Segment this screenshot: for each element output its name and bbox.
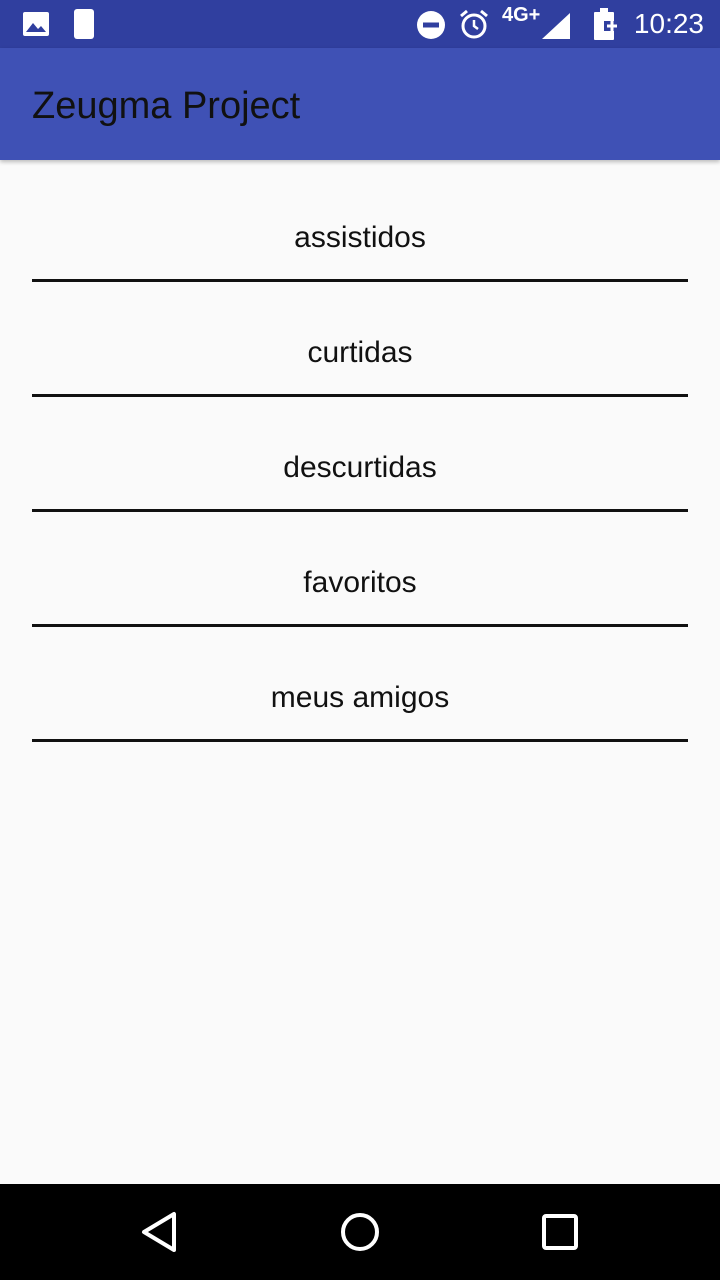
recents-icon[interactable] <box>536 1208 584 1256</box>
alarm-icon <box>460 9 488 39</box>
battery-charging-icon <box>594 8 618 40</box>
menu-item-underline <box>32 509 688 512</box>
menu-item-underline <box>32 394 688 397</box>
menu-item-favoritos[interactable]: favoritos <box>32 535 688 650</box>
status-time: 10:23 <box>633 8 704 39</box>
menu-item-label: assistidos <box>294 221 426 254</box>
menu-item-label: curtidas <box>307 336 413 369</box>
menu-item-underline <box>32 624 688 627</box>
menu-item-label: meus amigos <box>270 681 450 714</box>
menu-item-meus-amigos[interactable]: meus amigos <box>32 650 688 765</box>
phone-moon-icon <box>74 9 94 39</box>
network-type-label: 4G+ <box>502 4 541 26</box>
menu-item-label: favoritos <box>303 566 417 599</box>
menu-item-underline <box>32 279 688 282</box>
menu-item-descurtidas[interactable]: descurtidas <box>32 420 688 535</box>
menu-item-underline <box>32 739 688 742</box>
signal-icon <box>542 13 570 39</box>
app-bar: Zeugma Project <box>0 48 720 160</box>
home-icon[interactable] <box>336 1208 384 1256</box>
screen: 4G+ 10:23 Zeugma Project assistidos curt… <box>0 0 720 1280</box>
navigation-bar <box>0 1184 720 1280</box>
menu-item-assistidos[interactable]: assistidos <box>32 190 688 305</box>
app-title: Zeugma Project <box>32 85 301 127</box>
back-icon[interactable] <box>136 1208 184 1256</box>
menu-item-curtidas[interactable]: curtidas <box>32 305 688 420</box>
menu-item-label: descurtidas <box>283 451 437 484</box>
status-bar: 4G+ 10:23 <box>0 0 720 48</box>
do-not-disturb-icon <box>417 11 445 39</box>
menu-list: assistidos curtidas descurtidas favorito… <box>32 190 688 765</box>
image-icon <box>23 12 49 36</box>
